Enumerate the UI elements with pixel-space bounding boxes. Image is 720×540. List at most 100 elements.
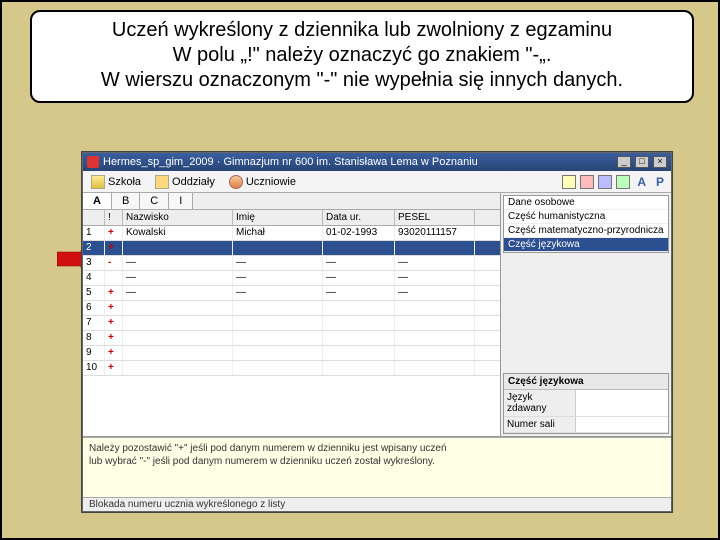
cell-pesel: [395, 346, 475, 360]
cell-surname: [123, 331, 233, 345]
cell-name: [233, 241, 323, 255]
form-label: Język zdawany: [504, 390, 576, 416]
cell-n: 4: [83, 271, 105, 285]
info-area: Należy pozostawić "+" jeśli pod danym nu…: [83, 437, 671, 497]
section-form: Język zdawanyNumer sali: [504, 390, 668, 433]
grid-tabs: A B C I: [83, 193, 500, 210]
window-title: Hermes_sp_gim_2009 · Gimnazjum nr 600 im…: [103, 156, 478, 168]
maximize-button[interactable]: □: [635, 156, 649, 168]
form-row: Numer sali: [504, 417, 668, 433]
section-list-item[interactable]: Część humanistyczna: [504, 210, 668, 224]
classes-icon: [155, 175, 169, 189]
cell-pesel: 93020111157: [395, 226, 475, 240]
grid-wrap: A B C I ! Nazwisko Imię Data ur. PESEL 1…: [83, 193, 501, 436]
info-line-2: lub wybrać "-" jeśli pod danym numerem w…: [89, 455, 665, 468]
tab-c[interactable]: C: [140, 193, 169, 209]
titlebar: Hermes_sp_gim_2009 · Gimnazjum nr 600 im…: [83, 153, 671, 171]
cell-dob: [323, 316, 395, 330]
section-list-item[interactable]: Część matematyczno-przyrodnicza: [504, 224, 668, 238]
cell-pesel: —: [395, 286, 475, 300]
cell-exclamation: -: [105, 256, 123, 270]
toolbar-students[interactable]: Uczniowie: [225, 174, 300, 190]
table-row[interactable]: 4————: [83, 271, 500, 286]
cell-n: 6: [83, 301, 105, 315]
instruction-note: Uczeń wykreślony z dziennika lub zwolnio…: [30, 10, 694, 103]
cell-surname: [123, 301, 233, 315]
form-value[interactable]: [576, 417, 668, 432]
tool-icon-3[interactable]: [598, 175, 612, 189]
cell-exclamation: +: [105, 241, 123, 255]
cell-dob: —: [323, 256, 395, 270]
side-panel: Dane osoboweCzęść humanistycznaCzęść mat…: [501, 193, 671, 436]
cell-surname: [123, 316, 233, 330]
table-row[interactable]: 2+: [83, 241, 500, 256]
status-bar: Blokada numeru ucznia wykreślonego z lis…: [83, 497, 671, 511]
hdr-surname: Nazwisko: [123, 210, 233, 225]
cell-name: —: [233, 256, 323, 270]
table-row[interactable]: 7+: [83, 316, 500, 331]
tool-icon-1[interactable]: [562, 175, 576, 189]
table-row[interactable]: 9+: [83, 346, 500, 361]
section-list-item[interactable]: Część językowa: [504, 238, 668, 252]
cell-pesel: [395, 361, 475, 375]
hdr-excl: !: [105, 210, 123, 225]
form-label: Numer sali: [504, 417, 576, 432]
cell-surname: —: [123, 271, 233, 285]
tab-a[interactable]: A: [83, 193, 112, 209]
section-detail-title: Część językowa: [504, 374, 668, 390]
app-window: Hermes_sp_gim_2009 · Gimnazjum nr 600 im…: [82, 152, 672, 512]
cell-dob: —: [323, 271, 395, 285]
form-value[interactable]: [576, 390, 668, 416]
section-detail-box: Część językowa Język zdawanyNumer sali: [503, 373, 669, 434]
section-list-item[interactable]: Dane osobowe: [504, 196, 668, 210]
info-line-1: Należy pozostawić "+" jeśli pod danym nu…: [89, 442, 665, 455]
note-line-2: W polu „!" należy oznaczyć go znakiem "-…: [44, 43, 680, 68]
table-row[interactable]: 10+: [83, 361, 500, 376]
table-row[interactable]: 3-————: [83, 256, 500, 271]
toolbar-letter-p[interactable]: P: [653, 175, 667, 189]
cell-n: 5: [83, 286, 105, 300]
section-list-box: Dane osoboweCzęść humanistycznaCzęść mat…: [503, 195, 669, 253]
cell-surname: —: [123, 256, 233, 270]
table-row[interactable]: 1+KowalskiMichał01-02-199393020111157: [83, 226, 500, 241]
table-row[interactable]: 8+: [83, 331, 500, 346]
minimize-button[interactable]: _: [617, 156, 631, 168]
cell-exclamation: +: [105, 301, 123, 315]
cell-exclamation: +: [105, 346, 123, 360]
table-row[interactable]: 6+: [83, 301, 500, 316]
toolbar-classes[interactable]: Oddziały: [151, 174, 219, 190]
toolbar-school[interactable]: Szkoła: [87, 174, 145, 190]
cell-surname: Kowalski: [123, 226, 233, 240]
tool-icon-2[interactable]: [580, 175, 594, 189]
status-text: Blokada numeru ucznia wykreślonego z lis…: [89, 499, 285, 510]
cell-name: [233, 361, 323, 375]
toolbar-letter-a[interactable]: A: [634, 175, 649, 189]
tool-icon-4[interactable]: [616, 175, 630, 189]
cell-n: 8: [83, 331, 105, 345]
cell-surname: [123, 346, 233, 360]
cell-exclamation: +: [105, 286, 123, 300]
cell-n: 7: [83, 316, 105, 330]
close-button[interactable]: ×: [653, 156, 667, 168]
cell-n: 9: [83, 346, 105, 360]
app-icon: [87, 156, 99, 168]
tab-i[interactable]: I: [169, 193, 193, 209]
hdr-dob: Data ur.: [323, 210, 395, 225]
cell-exclamation: +: [105, 331, 123, 345]
cell-n: 10: [83, 361, 105, 375]
form-row: Język zdawany: [504, 390, 668, 417]
grid-body: 1+KowalskiMichał01-02-1993930201111572+3…: [83, 226, 500, 376]
cell-name: [233, 301, 323, 315]
hdr-pesel: PESEL: [395, 210, 475, 225]
cell-dob: —: [323, 286, 395, 300]
toolbar-school-label: Szkoła: [108, 176, 141, 188]
cell-pesel: [395, 331, 475, 345]
cell-surname: —: [123, 286, 233, 300]
tab-b[interactable]: B: [112, 193, 140, 209]
cell-name: [233, 346, 323, 360]
table-row[interactable]: 5+————: [83, 286, 500, 301]
toolbar-classes-label: Oddziały: [172, 176, 215, 188]
cell-name: Michał: [233, 226, 323, 240]
cell-exclamation: +: [105, 316, 123, 330]
cell-pesel: [395, 316, 475, 330]
